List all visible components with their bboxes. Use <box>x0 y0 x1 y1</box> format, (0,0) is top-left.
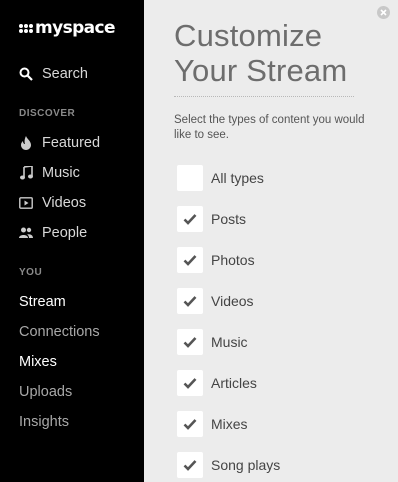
sidebar-item-stream[interactable]: Stream <box>19 292 66 312</box>
option-song-plays[interactable]: Song plays <box>177 452 280 478</box>
sidebar-item-search[interactable]: Search <box>19 64 88 84</box>
option-label: All types <box>211 170 264 186</box>
search-icon <box>19 67 33 81</box>
sidebar-item-people[interactable]: People <box>19 223 87 243</box>
close-icon <box>380 9 387 16</box>
checkbox[interactable] <box>177 370 203 396</box>
sidebar-item-uploads[interactable]: Uploads <box>19 382 72 402</box>
discover-heading: DISCOVER <box>19 108 76 119</box>
sidebar-item-connections[interactable]: Connections <box>19 322 100 342</box>
logo-text: myspace <box>35 18 116 38</box>
option-videos[interactable]: Videos <box>177 288 254 314</box>
checkbox[interactable] <box>177 452 203 478</box>
checkbox[interactable] <box>177 247 203 273</box>
page-title: Customize Your Stream <box>174 18 347 88</box>
checkbox[interactable] <box>177 206 203 232</box>
sidebar-item-label: Music <box>42 165 80 181</box>
checkbox[interactable] <box>177 329 203 355</box>
option-articles[interactable]: Articles <box>177 370 257 396</box>
checkmark-icon <box>183 419 197 430</box>
people-icon <box>19 226 33 240</box>
checkmark-icon <box>183 255 197 266</box>
sidebar-item-insights[interactable]: Insights <box>19 412 69 432</box>
myspace-logo[interactable]: myspace <box>19 18 116 38</box>
sidebar-item-music[interactable]: Music <box>19 163 80 183</box>
option-posts[interactable]: Posts <box>177 206 246 232</box>
description-text: Select the types of content you would li… <box>174 114 365 141</box>
checkmark-icon <box>183 296 197 307</box>
sidebar-item-label: People <box>42 225 88 241</box>
checkbox[interactable] <box>177 288 203 314</box>
close-button[interactable] <box>377 6 390 19</box>
checkmark-icon <box>183 460 197 471</box>
sidebar: myspace Search DISCOVER Featured Music V… <box>0 0 144 482</box>
option-all-types[interactable]: All types <box>177 165 264 191</box>
option-label: Photos <box>211 252 255 268</box>
music-note-icon <box>19 166 33 180</box>
sidebar-item-label: Featured <box>42 135 101 151</box>
checkmark-icon <box>183 337 197 348</box>
checkbox[interactable] <box>177 165 203 191</box>
checkbox[interactable] <box>177 411 203 437</box>
sidebar-item-label: Videos <box>42 195 87 211</box>
sidebar-item-featured[interactable]: Featured <box>19 133 100 153</box>
option-label: Posts <box>211 211 247 227</box>
sidebar-item-mixes[interactable]: Mixes <box>19 352 57 372</box>
logo-mark-icon <box>19 23 33 33</box>
you-heading: YOU <box>19 267 43 278</box>
checkmark-icon <box>183 378 197 389</box>
option-mixes[interactable]: Mixes <box>177 411 248 437</box>
divider <box>174 96 354 97</box>
option-label: Mixes <box>211 416 248 432</box>
option-label: Articles <box>211 375 257 391</box>
checkmark-icon <box>183 214 197 225</box>
sidebar-item-videos[interactable]: Videos <box>19 193 86 213</box>
sidebar-item-label: Search <box>42 66 88 82</box>
title-line-1: Customize <box>174 18 323 53</box>
customize-stream-panel: Customize Your Stream Select the types o… <box>144 0 398 482</box>
option-label: Videos <box>211 293 254 309</box>
option-label: Song plays <box>211 457 281 473</box>
option-photos[interactable]: Photos <box>177 247 255 273</box>
flame-icon <box>19 136 33 150</box>
option-music[interactable]: Music <box>177 329 248 355</box>
title-line-2: Your Stream <box>174 53 348 88</box>
video-icon <box>19 196 33 210</box>
option-label: Music <box>211 334 248 350</box>
